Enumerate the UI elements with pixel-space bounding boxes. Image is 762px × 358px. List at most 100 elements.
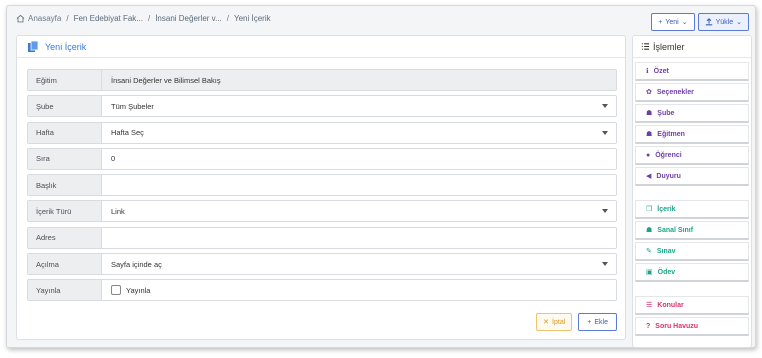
form-row-sube: Şube Tüm Şubeler [27, 95, 617, 118]
yayinla-checkbox[interactable] [111, 285, 121, 296]
sidebar-item-label: Özet [653, 67, 669, 75]
copy-icon [28, 40, 39, 52]
edit-icon: ✎ [646, 248, 652, 255]
sidebar-item-ozet[interactable]: ℹ Özet [635, 62, 749, 81]
baslik-label: Başlık [28, 175, 102, 196]
cancel-button-label: İptal [552, 318, 566, 326]
adres-label: Adres [28, 227, 102, 248]
breadcrumb-home-label: Anasayfa [28, 14, 62, 23]
sidebar-item-label: Seçenekler [656, 88, 694, 96]
plus-icon: + [587, 318, 592, 326]
briefcase-icon: ▣ [646, 269, 653, 276]
sira-input[interactable]: 0 [102, 148, 616, 169]
list-icon: ☰ [646, 302, 653, 309]
form-row-hafta: Hafta Hafta Seç [27, 121, 617, 144]
add-button-label: Ekle [594, 318, 608, 326]
form-row-baslik: Başlık [27, 174, 617, 197]
caret-down-icon [602, 130, 608, 135]
form-row-sira: Sıra 0 [27, 147, 617, 170]
sidebar-item-konular[interactable]: ☰ Konular [635, 296, 749, 315]
sidebar-group-content: ❐ İçerik ☗ Sanal Sınıf ✎ Sınav ▣ Ödev [633, 200, 751, 282]
breadcrumb-separator: / [226, 14, 229, 23]
icerik-turu-select[interactable]: Link [102, 201, 616, 222]
form-row-icerik-turu: İçerik Türü Link [27, 200, 617, 223]
sidebar-item-label: Öğrenci [655, 151, 682, 159]
hafta-select[interactable]: Hafta Seç [102, 122, 616, 143]
caret-down-icon [602, 104, 608, 109]
yayinla-checkbox-label[interactable]: Yayınla [126, 286, 150, 295]
form-row-yayinla: Yayınla Yayınla [27, 279, 617, 302]
sidebar-item-sinav[interactable]: ✎ Sınav [635, 242, 749, 261]
acilma-select[interactable]: Sayfa içinde aç [102, 254, 616, 275]
sidebar-item-sanal-sinif[interactable]: ☗ Sanal Sınıf [635, 221, 749, 240]
baslik-input[interactable] [102, 175, 616, 196]
hafta-select-value: Hafta Seç [111, 128, 144, 138]
egitim-label: Eğitim [28, 70, 102, 90]
info-icon: ℹ [646, 68, 649, 75]
sidebar-header: İşlemler [633, 36, 751, 58]
yayinla-label: Yayınla [28, 280, 102, 301]
card-title: Yeni İçerik [45, 41, 87, 52]
users-icon: ☗ [646, 110, 653, 117]
window-frame: Anasayfa / Fen Edebiyat Fak... / İnsani … [6, 5, 756, 348]
breadcrumb-item-faculty[interactable]: Fen Edebiyat Fak... [74, 14, 143, 23]
form-row-egitim: Eğitim İnsani Değerler ve Bilimsel Bakış [27, 69, 617, 91]
breadcrumb-item-course[interactable]: İnsani Değerler v... [155, 14, 222, 23]
cancel-button[interactable]: ✕ İptal [536, 313, 573, 331]
sube-select[interactable]: Tüm Şubeler [102, 96, 616, 117]
top-actions: + Yeni ⌄ Yükle ⌄ [651, 13, 749, 31]
card-header: Yeni İçerik [17, 36, 625, 58]
actions-sidebar: İşlemler ℹ Özet ✿ Seçenekler ☗ Şube ☗ Eğ… [632, 35, 752, 348]
sidebar-item-label: Sanal Sınıf [657, 226, 694, 234]
add-button[interactable]: + Ekle [578, 313, 617, 331]
form-row-adres: Adres [27, 226, 617, 249]
sidebar-title: İşlemler [653, 41, 685, 52]
sidebar-item-label: Soru Havuzu [655, 322, 699, 330]
breadcrumb-item-current: Yeni İçerik [233, 14, 271, 23]
new-button-label: Yeni [665, 18, 679, 26]
caret-down-icon [602, 209, 608, 214]
sube-label: Şube [28, 96, 102, 117]
sidebar-item-egitmen[interactable]: ☗ Eğitmen [635, 125, 749, 144]
home-icon [16, 14, 25, 23]
copy-icon: ❐ [646, 206, 653, 213]
sube-select-value: Tüm Şubeler [111, 101, 154, 111]
acilma-label: Açılma [28, 254, 102, 275]
sidebar-item-label: Duyuru [656, 172, 681, 180]
upload-button[interactable]: Yükle ⌄ [697, 13, 749, 31]
breadcrumb-home[interactable]: Anasayfa [16, 14, 61, 23]
teacher-icon: ☗ [646, 131, 653, 138]
sidebar-item-odev[interactable]: ▣ Ödev [635, 263, 749, 282]
user-icon: ● [646, 151, 651, 159]
new-button[interactable]: + Yeni ⌄ [651, 13, 695, 31]
acilma-select-value: Sayfa içinde aç [111, 259, 162, 269]
sidebar-item-label: Konular [657, 301, 684, 309]
sidebar-item-icerik[interactable]: ❐ İçerik [635, 200, 749, 219]
sidebar-item-label: İçerik [657, 205, 676, 213]
sidebar-item-duyuru[interactable]: ◀ Duyuru [635, 167, 749, 186]
upload-icon [705, 18, 712, 26]
question-icon: ? [646, 322, 651, 330]
bullhorn-icon: ◀ [646, 173, 652, 180]
breadcrumb-separator: / [147, 14, 151, 23]
sidebar-item-secenekler[interactable]: ✿ Seçenekler [635, 83, 749, 102]
sidebar-item-sube[interactable]: ☗ Şube [635, 104, 749, 123]
caret-down-icon [602, 262, 608, 267]
form-row-acilma: Açılma Sayfa içinde aç [27, 253, 617, 276]
sidebar-item-ogrenci[interactable]: ● Öğrenci [635, 146, 749, 165]
sidebar-item-label: Sınav [656, 247, 676, 255]
sidebar-item-label: Eğitmen [657, 130, 685, 138]
chevron-down-icon: ⌄ [736, 19, 742, 26]
sidebar-item-soru-havuzu[interactable]: ? Soru Havuzu [635, 317, 749, 336]
egitim-field: İnsani Değerler ve Bilimsel Bakış [102, 70, 616, 90]
chevron-down-icon: ⌄ [681, 19, 688, 26]
sidebar-item-label: Şube [657, 109, 675, 117]
yayinla-field: Yayınla [102, 280, 616, 301]
upload-button-label: Yükle [715, 18, 734, 26]
sidebar-group-topics: ☰ Konular ? Soru Havuzu [633, 296, 751, 336]
close-icon: ✕ [543, 319, 550, 326]
list-icon [641, 43, 650, 50]
content-card: Yeni İçerik Eğitim İnsani Değerler ve Bi… [16, 35, 626, 340]
adres-input[interactable] [102, 227, 616, 248]
sira-label: Sıra [28, 148, 102, 169]
